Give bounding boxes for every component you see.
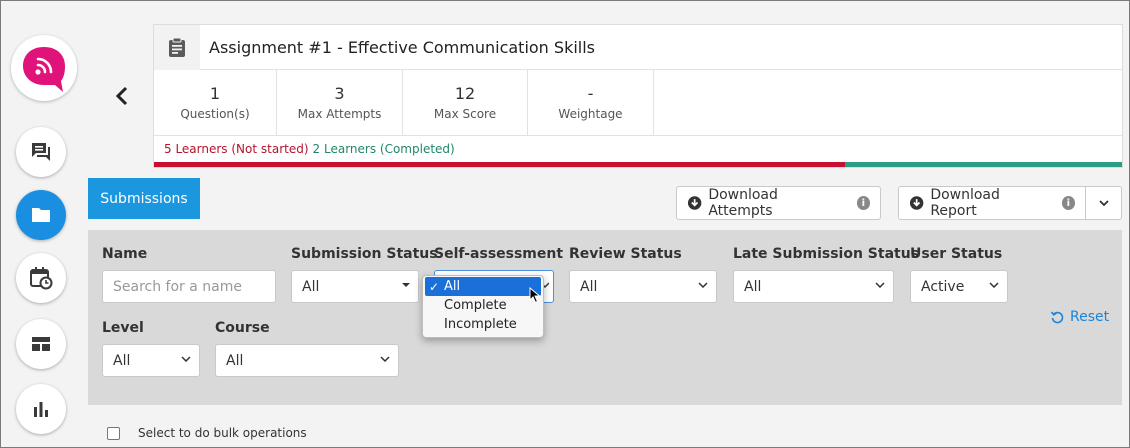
submission-status-label: Submission Status [291, 246, 438, 262]
back-button[interactable] [111, 84, 133, 108]
learner-summary: 5 Learners (Not started) 2 Learners (Com… [154, 136, 1122, 162]
sidebar-item-dashboard[interactable] [16, 319, 66, 369]
level-label: Level [102, 320, 144, 336]
download-icon [687, 196, 702, 210]
calendar-clock-icon [30, 267, 53, 290]
info-icon[interactable]: i [856, 196, 870, 210]
option-all[interactable]: ✓ All [425, 277, 541, 296]
folder-icon [32, 208, 50, 222]
late-submission-label: Late Submission Status [733, 246, 920, 262]
user-status-label: User Status [910, 246, 1003, 262]
stat-max-score: 12 Max Score [403, 70, 528, 135]
download-report-button[interactable]: Download Report i [898, 186, 1086, 220]
speech-bubble-logo-icon [23, 47, 65, 92]
assignment-card: Assignment #1 - Effective Communication … [153, 24, 1123, 168]
option-complete[interactable]: Complete [423, 296, 543, 315]
dashboard-icon [32, 337, 50, 351]
course-select[interactable]: All [215, 344, 399, 377]
progress-not-started [154, 162, 846, 167]
not-started-count: 5 Learners (Not started) [164, 142, 309, 156]
chat-icon [32, 143, 50, 161]
chevron-down-icon [380, 356, 390, 362]
submission-status-select[interactable]: All [291, 270, 419, 303]
self-assessment-label: Self-assessment [434, 246, 564, 262]
chevron-down-icon [698, 282, 708, 288]
name-label: Name [102, 246, 148, 262]
self-assessment-dropdown: ✓ All Complete Incomplete [422, 275, 544, 338]
completion-progress-bar [154, 162, 1122, 167]
sidebar-item-assignments[interactable] [16, 190, 66, 240]
filter-panel: Name Search for a name Submission Status… [88, 230, 1122, 405]
bulk-operations: Select to do bulk operations [107, 426, 307, 440]
sidebar-item-discussions[interactable] [16, 127, 66, 177]
late-submission-select[interactable]: All [733, 270, 894, 303]
chevron-down-icon [181, 356, 191, 362]
review-status-label: Review Status [569, 246, 682, 262]
checkmark-icon: ✓ [429, 279, 440, 294]
clipboard-icon [154, 24, 200, 70]
progress-completed [845, 162, 1122, 167]
sidebar-item-reports[interactable] [16, 384, 66, 434]
chevron-down-icon [989, 282, 999, 288]
completed-count: 2 Learners (Completed) [312, 142, 455, 156]
app-logo[interactable] [11, 35, 77, 101]
mouse-cursor-icon [529, 287, 541, 304]
download-report-options-button[interactable] [1085, 186, 1122, 220]
download-attempts-button[interactable]: Download Attempts i [676, 186, 881, 220]
chevron-down-icon [1098, 200, 1109, 207]
assignment-header: Assignment #1 - Effective Communication … [154, 24, 1122, 70]
option-incomplete[interactable]: Incomplete [423, 315, 543, 334]
course-label: Course [215, 320, 270, 336]
assignment-stats: 1 Question(s) 3 Max Attempts 12 Max Scor… [154, 70, 1122, 136]
reset-icon [1050, 311, 1064, 324]
tab-submissions[interactable]: Submissions [88, 178, 200, 219]
bulk-operations-label: Select to do bulk operations [138, 426, 307, 440]
review-status-select[interactable]: All [569, 270, 717, 303]
name-search-input[interactable]: Search for a name [102, 270, 276, 303]
assignment-title: Assignment #1 - Effective Communication … [209, 37, 595, 57]
chevron-left-icon [115, 86, 128, 106]
bar-chart-icon [34, 402, 48, 417]
caret-down-icon [402, 283, 410, 287]
sidebar-item-schedule[interactable] [16, 253, 66, 303]
bulk-select-checkbox[interactable] [107, 426, 120, 440]
reset-button[interactable]: Reset [1050, 309, 1109, 325]
chevron-down-icon [875, 282, 885, 288]
stat-max-attempts: 3 Max Attempts [277, 70, 403, 135]
download-icon [909, 196, 924, 210]
info-icon[interactable]: i [1061, 196, 1075, 210]
level-select[interactable]: All [102, 344, 200, 377]
stat-questions: 1 Question(s) [154, 70, 277, 135]
user-status-select[interactable]: Active [910, 270, 1008, 303]
stat-weightage: - Weightage [528, 70, 654, 135]
